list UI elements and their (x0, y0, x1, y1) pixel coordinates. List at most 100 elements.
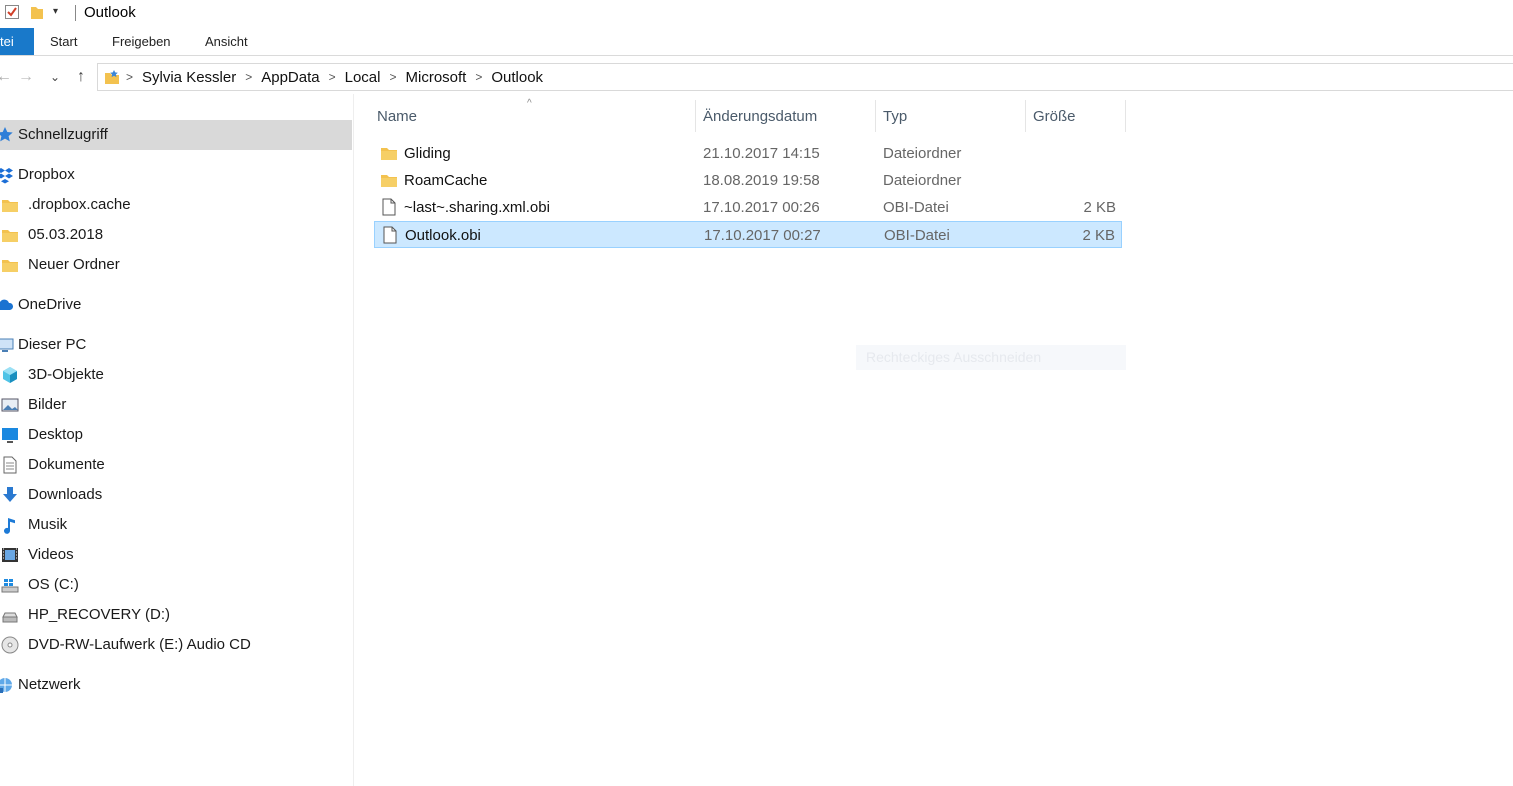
file-name: RoamCache (404, 172, 488, 189)
file-date: 17.10.2017 00:26 (703, 199, 820, 216)
file-row[interactable]: RoamCache 18.08.2019 19:58 Dateiordner (374, 167, 1122, 194)
file-row[interactable]: ~last~.sharing.xml.obi 17.10.2017 00:26 OB… (374, 194, 1122, 221)
breadcrumb: > Sylvia Kessler > AppData > Local > Microsoft >… (126, 64, 543, 90)
folder-icon (1, 226, 19, 244)
sidebar-item-videos[interactable]: Videos (0, 540, 352, 570)
sidebar-item-musik[interactable]: Musik (0, 510, 352, 540)
folder-icon (1, 196, 19, 214)
breadcrumb-separator-icon[interactable]: > (329, 70, 336, 84)
breadcrumb-item[interactable]: Microsoft (406, 69, 467, 86)
sidebar-item-dokumente[interactable]: Dokumente (0, 450, 352, 480)
music-icon (1, 516, 19, 534)
faded-tooltip: Rechteckiges Ausschneiden (856, 345, 1126, 370)
file-name: Gliding (404, 145, 451, 162)
tab-file[interactable]: tei (0, 28, 34, 55)
breadcrumb-separator-icon[interactable]: > (475, 70, 482, 84)
sidebar-item-desktop[interactable]: Desktop (0, 420, 352, 450)
sidebar-item-label: Musik (28, 516, 68, 533)
sidebar-item-neuer-ordner[interactable]: Neuer Ordner (0, 250, 352, 280)
sidebar-item-os-c[interactable]: OS (C:) (0, 570, 352, 600)
file-date: 18.08.2019 19:58 (703, 172, 820, 189)
address-bar[interactable]: > Sylvia Kessler > AppData > Local > Microsoft >… (97, 63, 1513, 91)
sidebar-item-downloads[interactable]: Downloads (0, 480, 352, 510)
sidebar-item-3d-objekte[interactable]: 3D-Objekte (0, 360, 352, 390)
sidebar-item-label: .dropbox.cache (28, 196, 131, 213)
file-icon (380, 198, 398, 216)
tab-share[interactable]: Freigeben (112, 28, 171, 55)
breadcrumb-item[interactable]: AppData (261, 69, 319, 86)
file-row[interactable]: Gliding 21.10.2017 14:15 Dateiordner (374, 140, 1122, 167)
tab-view[interactable]: Ansicht (205, 28, 248, 55)
sidebar-item-label: DVD-RW-Laufwerk (E:) Audio CD (28, 636, 251, 653)
breadcrumb-item[interactable]: Sylvia Kessler (142, 69, 236, 86)
document-icon (1, 456, 19, 474)
new-folder-icon[interactable] (30, 4, 44, 20)
sidebar-item-label: OS (C:) (28, 576, 79, 593)
breadcrumb-separator-icon[interactable]: > (126, 70, 133, 84)
file-type: OBI-Datei (883, 199, 949, 216)
dvd-icon (1, 636, 19, 654)
column-divider[interactable] (875, 100, 876, 132)
file-date: 21.10.2017 14:15 (703, 145, 820, 162)
ribbon-tabs: tei Start Freigeben Ansicht (0, 28, 1513, 56)
qat-dropdown-icon[interactable]: ▾ (53, 6, 65, 18)
sort-ascending-icon: ^ (527, 98, 532, 109)
sidebar-item-dropbox[interactable]: Dropbox (0, 160, 352, 190)
file-icon (381, 226, 399, 244)
column-header-name[interactable]: Name (377, 108, 417, 125)
sidebar-item-label: OneDrive (18, 296, 82, 313)
column-divider[interactable] (695, 100, 696, 132)
column-header-type[interactable]: Typ (883, 108, 907, 125)
title-bar: ▾ Outlook (0, 0, 1513, 26)
column-headers: ^ Name Änderungsdatum Typ Größe (370, 98, 1130, 136)
quick-access-folder-icon (105, 70, 119, 84)
column-divider[interactable] (1125, 100, 1126, 132)
sidebar-item-onedrive[interactable]: OneDrive (0, 290, 352, 320)
properties-check-icon[interactable] (4, 4, 20, 20)
column-divider[interactable] (1025, 100, 1026, 132)
file-type: OBI-Datei (884, 227, 950, 244)
folder-icon (1, 256, 19, 274)
sidebar-item-netzwerk[interactable]: Netzwerk (0, 670, 352, 700)
desktop-icon (1, 426, 19, 444)
file-type: Dateiordner (883, 172, 962, 189)
sidebar-item-label: 3D-Objekte (28, 366, 104, 383)
network-icon (0, 676, 14, 694)
video-icon (1, 546, 19, 564)
tab-start[interactable]: Start (50, 28, 77, 55)
sidebar-item-label: HP_RECOVERY (D:) (28, 606, 170, 623)
sidebar-item-hp-recovery-d[interactable]: HP_RECOVERY (D:) (0, 600, 352, 630)
sidebar-item-label: Dokumente (28, 456, 105, 473)
breadcrumb-item[interactable]: Outlook (491, 69, 543, 86)
drive-icon (1, 606, 19, 624)
navigation-pane: Schnellzugriff Dropbox .dropbox.cache 05.03… (0, 94, 354, 786)
sidebar-item-label: Dropbox (18, 166, 75, 183)
forward-button[interactable]: → (16, 66, 36, 88)
sidebar-item-bilder[interactable]: Bilder (0, 390, 352, 420)
sidebar-item-dvd-rw-laufwerk-e-audio-cd[interactable]: DVD-RW-Laufwerk (E:) Audio CD (0, 630, 352, 660)
file-date: 17.10.2017 00:27 (704, 227, 821, 244)
breadcrumb-item[interactable]: Local (345, 69, 381, 86)
file-row[interactable]: Outlook.obi 17.10.2017 00:27 OBI-Datei 2 KB (374, 221, 1122, 248)
sidebar-item-label: Desktop (28, 426, 84, 443)
breadcrumb-separator-icon[interactable]: > (389, 70, 396, 84)
sidebar-item-dieser-pc[interactable]: Dieser PC (0, 330, 352, 360)
download-icon (1, 486, 19, 504)
recent-locations-button[interactable]: ⌄ (45, 66, 65, 88)
column-header-size[interactable]: Größe (1033, 108, 1076, 125)
breadcrumb-separator-icon[interactable]: > (245, 70, 252, 84)
windows-drive-icon (1, 576, 19, 594)
sidebar-item-schnellzugriff[interactable]: Schnellzugriff (0, 120, 352, 150)
file-name: Outlook.obi (405, 227, 481, 244)
folder-icon (380, 171, 398, 189)
back-button[interactable]: ← (0, 66, 14, 88)
title-separator (75, 5, 76, 21)
up-button[interactable]: ↑ (71, 66, 91, 88)
sidebar-item-dropbox-cache[interactable]: .dropbox.cache (0, 190, 352, 220)
file-type: Dateiordner (883, 145, 962, 162)
file-size: 2 KB (1083, 199, 1116, 216)
sidebar-item-05-03-2018[interactable]: 05.03.2018 (0, 220, 352, 250)
navigation-row: ← → ⌄ ↑ > Sylvia Kessler > AppData > Local > Mi… (0, 60, 1513, 94)
column-header-date[interactable]: Änderungsdatum (703, 108, 817, 125)
window-title: Outlook (84, 4, 136, 21)
